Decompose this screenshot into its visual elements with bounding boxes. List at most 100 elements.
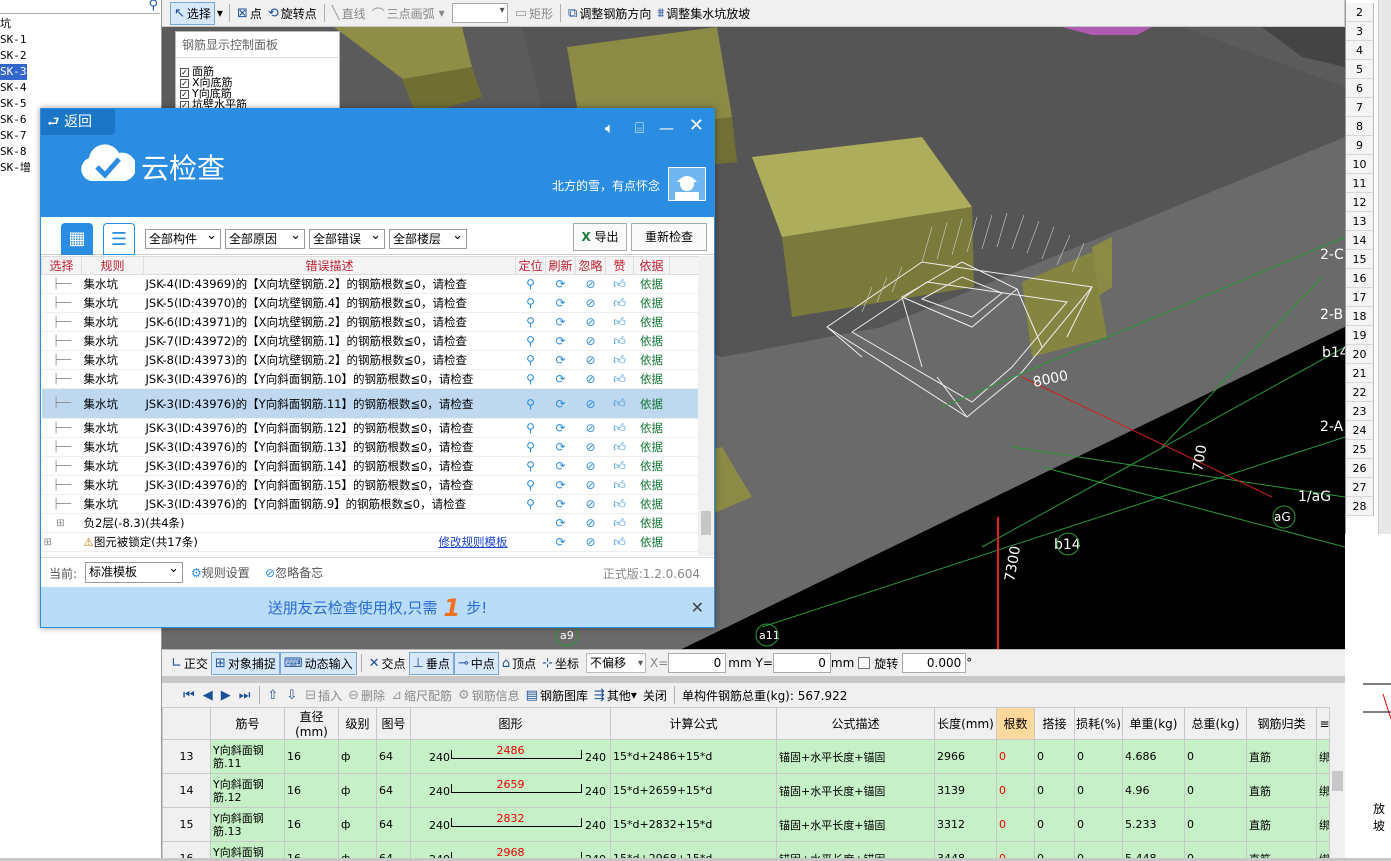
- error-row[interactable]: ├── 集水坑 JSK-5(ID:43970)的【X向坑壁钢筋.4】的钢筋根数≦0，…: [41, 293, 699, 313]
- row-number[interactable]: 11: [1346, 174, 1374, 193]
- floor-filter[interactable]: 全部楼层: [389, 227, 467, 249]
- speaker-icon[interactable]: 🔈︎: [605, 119, 614, 137]
- error-row[interactable]: ├── 集水坑 JSK-3(ID:43976)的【Y向斜面钢筋.10】的钢筋根数≦0…: [41, 369, 699, 389]
- like-icon[interactable]: 👍︎: [605, 388, 634, 419]
- basis-link[interactable]: 依据: [633, 513, 670, 533]
- unit-weight-cell[interactable]: 4.686: [1122, 739, 1185, 774]
- loss-cell[interactable]: 0: [1074, 773, 1123, 808]
- figure-no-cell[interactable]: 64: [376, 841, 411, 858]
- ignore-icon[interactable]: ⊘: [575, 494, 606, 514]
- rebar-name[interactable]: Y向斜面钢筋.13: [210, 807, 285, 842]
- total-weight-cell[interactable]: 0: [1184, 773, 1247, 808]
- figure-no-cell[interactable]: 64: [376, 773, 411, 808]
- basis-link[interactable]: 依据: [633, 456, 670, 476]
- banner-close-icon[interactable]: ✕: [691, 587, 704, 627]
- length-cell[interactable]: 3139: [934, 773, 997, 808]
- locate-icon[interactable]: ⚲: [515, 475, 546, 495]
- basis-link[interactable]: 依据: [633, 350, 670, 370]
- row-number[interactable]: 21: [1346, 364, 1374, 383]
- rebar-column-header[interactable]: 根数: [996, 707, 1035, 740]
- avatar[interactable]: [668, 167, 706, 201]
- rebar-column-header[interactable]: 图形: [410, 707, 611, 740]
- rebar-column-header[interactable]: 公式描述: [776, 707, 935, 740]
- rebar-name[interactable]: Y向斜面钢筋.11: [210, 739, 285, 774]
- basis-link[interactable]: 依据: [633, 369, 670, 389]
- midpoint-snap[interactable]: ⊸ 中点: [453, 651, 499, 675]
- like-icon[interactable]: 👍︎: [605, 494, 634, 514]
- ignore-icon[interactable]: ⊘: [575, 437, 606, 457]
- basis-link[interactable]: 依据: [633, 388, 670, 419]
- rebar-shape-cell[interactable]: 240 2832 240: [410, 807, 611, 842]
- row-number[interactable]: 19: [1346, 326, 1374, 345]
- basis-link[interactable]: 依据: [633, 331, 670, 351]
- rotate-checkbox[interactable]: [858, 657, 871, 669]
- grade-cell[interactable]: ф: [338, 739, 377, 774]
- tree-item[interactable]: SK-6: [0, 112, 27, 128]
- refresh-icon[interactable]: ⟳: [545, 532, 576, 552]
- formula-cell[interactable]: 15*d+2486+15*d: [610, 739, 777, 774]
- basis-link[interactable]: 依据: [633, 274, 670, 294]
- category-view-tab[interactable]: ☰: [103, 223, 135, 255]
- rule-settings-button[interactable]: ⚙规则设置: [191, 564, 250, 581]
- refresh-icon[interactable]: ⟳: [545, 350, 576, 370]
- offset-mode-dropdown[interactable]: 不偏移: [586, 653, 647, 673]
- error-row[interactable]: ├── 集水坑 JSK-3(ID:43976)的【Y向斜面钢筋.13】的钢筋根数≦0…: [41, 437, 699, 457]
- figure-no-cell[interactable]: 64: [376, 807, 411, 842]
- count-cell[interactable]: 0: [996, 739, 1035, 774]
- chat-icon[interactable]: ⌸: [635, 119, 644, 137]
- rect-button[interactable]: ▭ 矩形: [512, 2, 556, 25]
- rebar-row[interactable]: 15 Y向斜面钢筋.13 16 ф 64 240 2832 240 15*d+2832+15*d…: [162, 807, 1333, 842]
- total-weight-cell[interactable]: 0: [1184, 739, 1247, 774]
- minimize-icon[interactable]: —: [659, 119, 674, 137]
- row-number[interactable]: 18: [1346, 307, 1374, 326]
- like-icon[interactable]: 👍︎: [605, 293, 634, 313]
- row-number[interactable]: 8: [1346, 117, 1374, 136]
- loss-cell[interactable]: 0: [1074, 807, 1123, 842]
- error-row[interactable]: ├── 集水坑 JSK-4(ID:43969)的【X向坑壁钢筋.2】的钢筋根数≦0，…: [41, 274, 699, 294]
- close-button[interactable]: 关闭: [640, 684, 670, 707]
- row-number[interactable]: 15: [1346, 250, 1374, 269]
- move-up-button[interactable]: ⇧: [264, 684, 283, 707]
- rebar-column-header[interactable]: 损耗(%): [1074, 707, 1123, 740]
- error-row[interactable]: ├── 集水坑 JSK-7(ID:43972)的【X向坑壁钢筋.1】的钢筋根数≦0，…: [41, 331, 699, 351]
- ignore-icon[interactable]: ⊘: [575, 312, 606, 332]
- locate-icon[interactable]: ⚲: [515, 388, 546, 419]
- rebar-column-header[interactable]: 图号: [376, 707, 411, 740]
- formula-desc-cell[interactable]: 锚固+水平长度+锚固: [776, 807, 935, 842]
- row-index[interactable]: 16: [162, 841, 211, 858]
- error-row[interactable]: ├── 集水坑 JSK-3(ID:43976)的【Y向斜面钢筋.15】的钢筋根数≦0…: [41, 475, 699, 495]
- basis-link[interactable]: 依据: [633, 437, 670, 457]
- count-cell[interactable]: 0: [996, 807, 1035, 842]
- refresh-icon[interactable]: ⟳: [545, 456, 576, 476]
- like-icon[interactable]: 👍︎: [605, 312, 634, 332]
- checkbox-checked-icon[interactable]: ✓: [180, 68, 189, 77]
- first-record-button[interactable]: ⏮: [180, 684, 200, 707]
- expand-icon[interactable]: ⊞: [41, 532, 82, 552]
- back-button[interactable]: ⮐ 返回: [41, 109, 115, 135]
- lap-cell[interactable]: 0: [1034, 739, 1075, 774]
- refresh-icon[interactable]: ⟳: [545, 513, 576, 533]
- adjust-pit-slope-button[interactable]: ⩩ 调整集水坑放坡: [654, 2, 753, 25]
- rebar-column-header[interactable]: 单重(kg): [1122, 707, 1185, 740]
- right-scrollbar[interactable]: [1378, 0, 1391, 534]
- vertex-snap[interactable]: ⌂ 顶点: [499, 652, 539, 675]
- locate-icon[interactable]: ⚲: [515, 350, 546, 370]
- rebar-column-header[interactable]: 计算公式: [610, 707, 777, 740]
- rebar-column-header[interactable]: 筋号: [210, 707, 285, 740]
- formula-desc-cell[interactable]: 锚固+水平长度+锚固: [776, 739, 935, 774]
- tree-item[interactable]: SK-8: [0, 144, 27, 160]
- like-icon[interactable]: 👍︎: [605, 532, 634, 552]
- rebar-shape-cell[interactable]: 240 2486 240: [410, 739, 611, 774]
- row-number[interactable]: 3: [1346, 22, 1374, 41]
- ignore-icon[interactable]: ⊘: [575, 532, 606, 552]
- scale-rebar-button[interactable]: ⊿ 缩尺配筋: [388, 684, 455, 707]
- y-coordinate-input[interactable]: 0: [772, 653, 831, 673]
- row-number[interactable]: 20: [1346, 345, 1374, 364]
- list-view-tab[interactable]: ▦: [61, 223, 93, 255]
- tree-item[interactable]: SK-7: [0, 128, 27, 144]
- formula-cell[interactable]: 15*d+2832+15*d: [610, 807, 777, 842]
- tree-item[interactable]: SK-5: [0, 96, 27, 112]
- refresh-icon[interactable]: ⟳: [545, 388, 576, 419]
- count-cell[interactable]: 0: [996, 841, 1035, 858]
- like-icon[interactable]: 👍︎: [605, 274, 634, 294]
